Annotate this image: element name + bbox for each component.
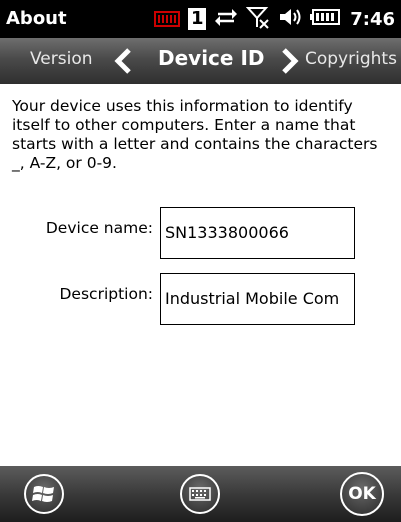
tab-navigation: Version Device ID Copyrights bbox=[0, 38, 401, 84]
data-sync-icon bbox=[214, 6, 238, 32]
ok-label: OK bbox=[348, 484, 376, 504]
windows-start-icon bbox=[32, 486, 54, 502]
keyboard-button[interactable] bbox=[180, 474, 220, 514]
sim-card-icon bbox=[154, 11, 181, 27]
tab-copyrights[interactable]: Copyrights bbox=[305, 49, 397, 69]
chevron-right-icon[interactable] bbox=[279, 47, 301, 75]
chevron-left-icon[interactable] bbox=[112, 47, 134, 75]
status-icons[interactable]: 1 7:46 bbox=[154, 6, 395, 32]
tab-version[interactable]: Version bbox=[30, 49, 93, 69]
description-label: Description: bbox=[59, 285, 154, 303]
no-signal-icon bbox=[245, 5, 270, 33]
device-name-field[interactable]: SN1333800066 bbox=[160, 207, 355, 259]
ok-button[interactable]: OK bbox=[340, 472, 384, 516]
start-button[interactable] bbox=[24, 474, 64, 514]
device-name-label: Device name: bbox=[45, 219, 153, 237]
keyboard-icon bbox=[189, 487, 211, 501]
speaker-icon bbox=[278, 6, 302, 32]
battery-icon bbox=[310, 8, 341, 30]
status-bar: About 1 7:46 bbox=[0, 0, 401, 38]
description-field[interactable]: Industrial Mobile Com bbox=[160, 273, 355, 325]
app-title[interactable]: About bbox=[6, 8, 67, 29]
one-indicator: 1 bbox=[188, 8, 207, 30]
bottom-bar: OK bbox=[0, 466, 401, 522]
tab-device-id[interactable]: Device ID bbox=[158, 46, 264, 70]
clock: 7:46 bbox=[350, 8, 395, 30]
instruction-text: Your device uses this information to ide… bbox=[12, 97, 378, 172]
